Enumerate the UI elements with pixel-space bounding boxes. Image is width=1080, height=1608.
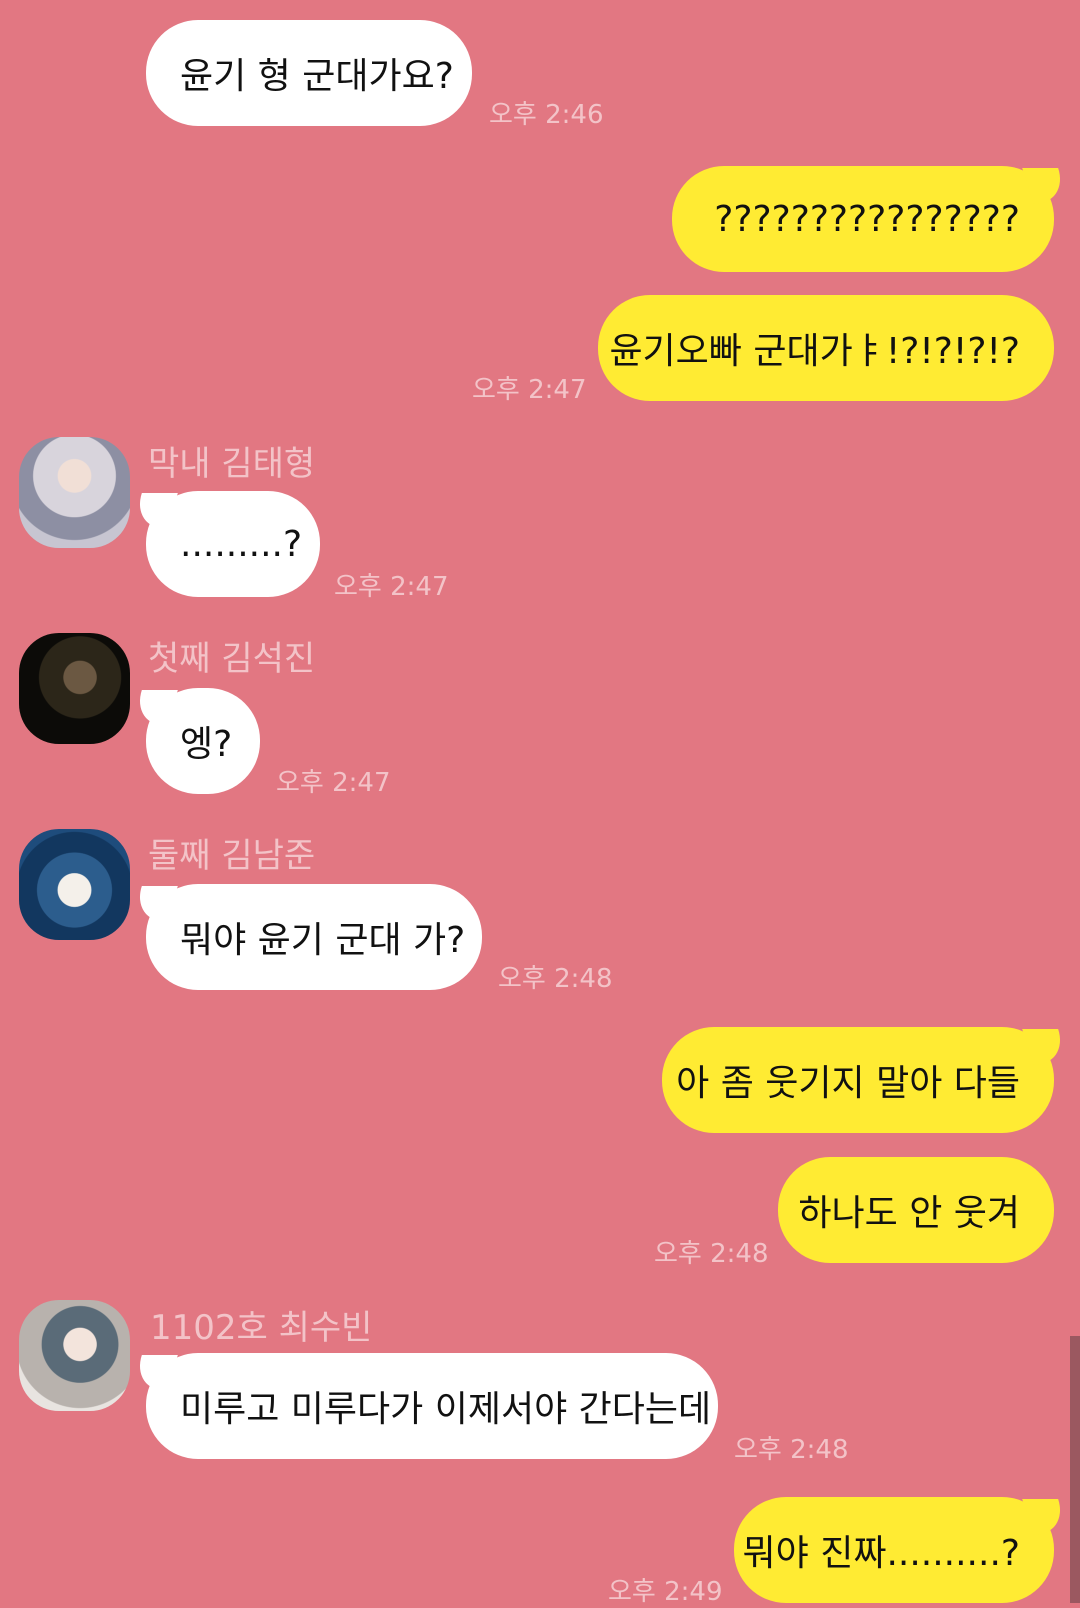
scrollbar[interactable]	[1070, 1336, 1080, 1603]
message-text: 아 좀 웃기지 말아 다들	[676, 1063, 1020, 1104]
message-text: 윤기 형 군대가요?	[180, 56, 454, 97]
sender-name: 1102호 최수빈	[150, 1308, 373, 1348]
message-bubble-sent[interactable]: ????????????????	[672, 166, 1054, 272]
message-text: ????????????????	[714, 198, 1020, 240]
message-text: .........?	[180, 523, 303, 565]
message-text: 윤기오빠 군대가ㅑ!?!?!?!?	[609, 331, 1020, 372]
message-bubble-sent[interactable]: 하나도 안 웃겨	[778, 1157, 1054, 1263]
sender-name: 둘째 김남준	[148, 836, 316, 876]
message-text: 미루고 미루다가 이제서야 간다는데	[180, 1389, 712, 1430]
message-bubble-received[interactable]: 뭐야 윤기 군대 가?	[146, 884, 482, 990]
message-text: 엥?	[180, 724, 233, 765]
message-time: 오후 2:48	[498, 964, 613, 994]
message-time: 오후 2:48	[734, 1435, 849, 1465]
message-text: 뭐야 진짜..........?	[742, 1533, 1020, 1574]
message-bubble-sent[interactable]: 뭐야 진짜..........?	[734, 1497, 1054, 1603]
message-bubble-received[interactable]: 미루고 미루다가 이제서야 간다는데	[146, 1353, 718, 1459]
avatar[interactable]	[19, 1300, 130, 1411]
message-time: 오후 2:46	[489, 100, 604, 130]
avatar[interactable]	[19, 633, 130, 744]
sender-name: 막내 김태형	[148, 444, 316, 484]
message-text: 하나도 안 웃겨	[798, 1193, 1020, 1234]
message-time: 오후 2:49	[608, 1577, 723, 1607]
avatar[interactable]	[19, 829, 130, 940]
message-bubble-sent[interactable]: 아 좀 웃기지 말아 다들	[662, 1027, 1054, 1133]
message-time: 오후 2:47	[472, 375, 587, 405]
message-text: 뭐야 윤기 군대 가?	[180, 920, 466, 961]
message-bubble-received[interactable]: 윤기 형 군대가요?	[146, 20, 472, 126]
message-time: 오후 2:47	[334, 572, 449, 602]
avatar[interactable]	[19, 437, 130, 548]
message-bubble-received[interactable]: .........?	[146, 491, 320, 597]
sender-name: 첫째 김석진	[148, 639, 316, 679]
message-bubble-received[interactable]: 엥?	[146, 688, 260, 794]
message-time: 오후 2:48	[654, 1239, 769, 1269]
message-bubble-sent[interactable]: 윤기오빠 군대가ㅑ!?!?!?!?	[598, 295, 1054, 401]
message-time: 오후 2:47	[276, 768, 391, 798]
